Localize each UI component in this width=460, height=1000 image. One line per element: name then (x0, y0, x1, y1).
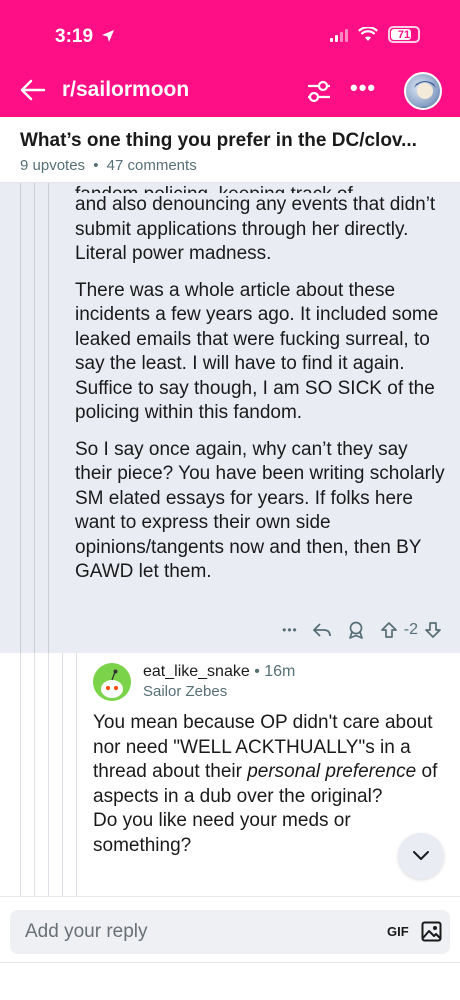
nav-bar: r/sailormoon ••• (0, 70, 460, 116)
cell-signal-icon (330, 28, 348, 42)
downvote-icon[interactable] (424, 621, 442, 639)
thread-line (76, 653, 77, 898)
wifi-icon (358, 27, 378, 41)
comment-paragraph: So I say once again, why can’t they say … (75, 438, 445, 583)
thread-line (48, 183, 49, 653)
gif-button[interactable]: GIF (387, 924, 409, 939)
reply-text-emphasis: personal preference (247, 761, 417, 782)
more-options-button[interactable]: ••• (282, 623, 298, 637)
app-header: 3:19 71 r/sailormoon ••• (0, 0, 460, 117)
clipped-line: fandom policing, keeping track of (75, 183, 445, 194)
thread-line (62, 653, 63, 898)
more-icon[interactable]: ••• (350, 75, 376, 101)
reply-text-line2: Do you like need your meds or something? (93, 810, 351, 856)
status-time: 3:19 (55, 26, 115, 48)
commenter-line: eat_like_snake • 16m (143, 663, 295, 681)
battery-level: 71 (397, 28, 411, 41)
meta-separator: • (93, 157, 99, 174)
filter-icon[interactable] (305, 77, 333, 105)
comment-score: -2 (403, 621, 418, 638)
status-bar: 3:19 71 (0, 0, 460, 70)
thread-line (20, 183, 21, 653)
snoo-avatar-image (101, 669, 123, 698)
comment-time: 16m (264, 663, 296, 680)
scroll-down-button[interactable] (398, 833, 444, 879)
comment-count: 47 comments (106, 157, 197, 174)
subreddit-name[interactable]: r/sailormoon (62, 78, 189, 102)
avatar-image (414, 81, 436, 108)
thread-line (34, 183, 35, 653)
upvote-count: 9 upvotes (20, 157, 86, 174)
commenter-avatar[interactable] (93, 663, 131, 701)
reply-icon[interactable] (312, 621, 332, 639)
thread-line (20, 653, 21, 898)
post-header[interactable]: What’s one thing you prefer in the DC/cl… (0, 117, 460, 183)
reply-body: You mean because OP didn't care about no… (93, 711, 438, 858)
comment-body: fandom policing, keeping track of and al… (75, 183, 445, 597)
user-flair: Sailor Zebes (143, 683, 228, 700)
post-title[interactable]: What’s one thing you prefer in the DC/cl… (20, 130, 450, 152)
reply-placeholder: Add your reply (25, 921, 148, 942)
award-icon[interactable] (346, 620, 366, 640)
comment-actions: ••• -2 (282, 620, 442, 640)
upvote-icon[interactable] (380, 621, 398, 639)
back-arrow-icon[interactable] (18, 75, 48, 105)
highlighted-comment: fandom policing, keeping track of and al… (0, 183, 460, 653)
location-arrow-icon (102, 30, 115, 42)
image-icon[interactable] (421, 921, 442, 942)
divider (0, 962, 460, 963)
post-meta: 9 upvotes • 47 comments (20, 157, 197, 174)
clock: 3:19 (55, 26, 94, 47)
thread-line (34, 653, 35, 898)
comment-paragraph: There was a whole article about these in… (75, 279, 439, 424)
comment-paragraph: and also denouncing any events that didn… (75, 194, 436, 264)
status-indicators: 71 (330, 26, 420, 43)
reply-input[interactable]: Add your reply GIF (10, 910, 450, 954)
reply-composer: Add your reply GIF (0, 896, 460, 1000)
vote-controls: -2 (380, 621, 442, 639)
thread-line (48, 653, 49, 898)
commenter-username[interactable]: eat_like_snake (143, 663, 250, 680)
reply-comment: eat_like_snake • 16m Sailor Zebes You me… (0, 653, 460, 898)
battery-icon: 71 (388, 26, 420, 43)
chevron-down-icon (413, 851, 429, 860)
user-avatar[interactable] (404, 72, 442, 110)
time-separator: • (249, 663, 265, 680)
